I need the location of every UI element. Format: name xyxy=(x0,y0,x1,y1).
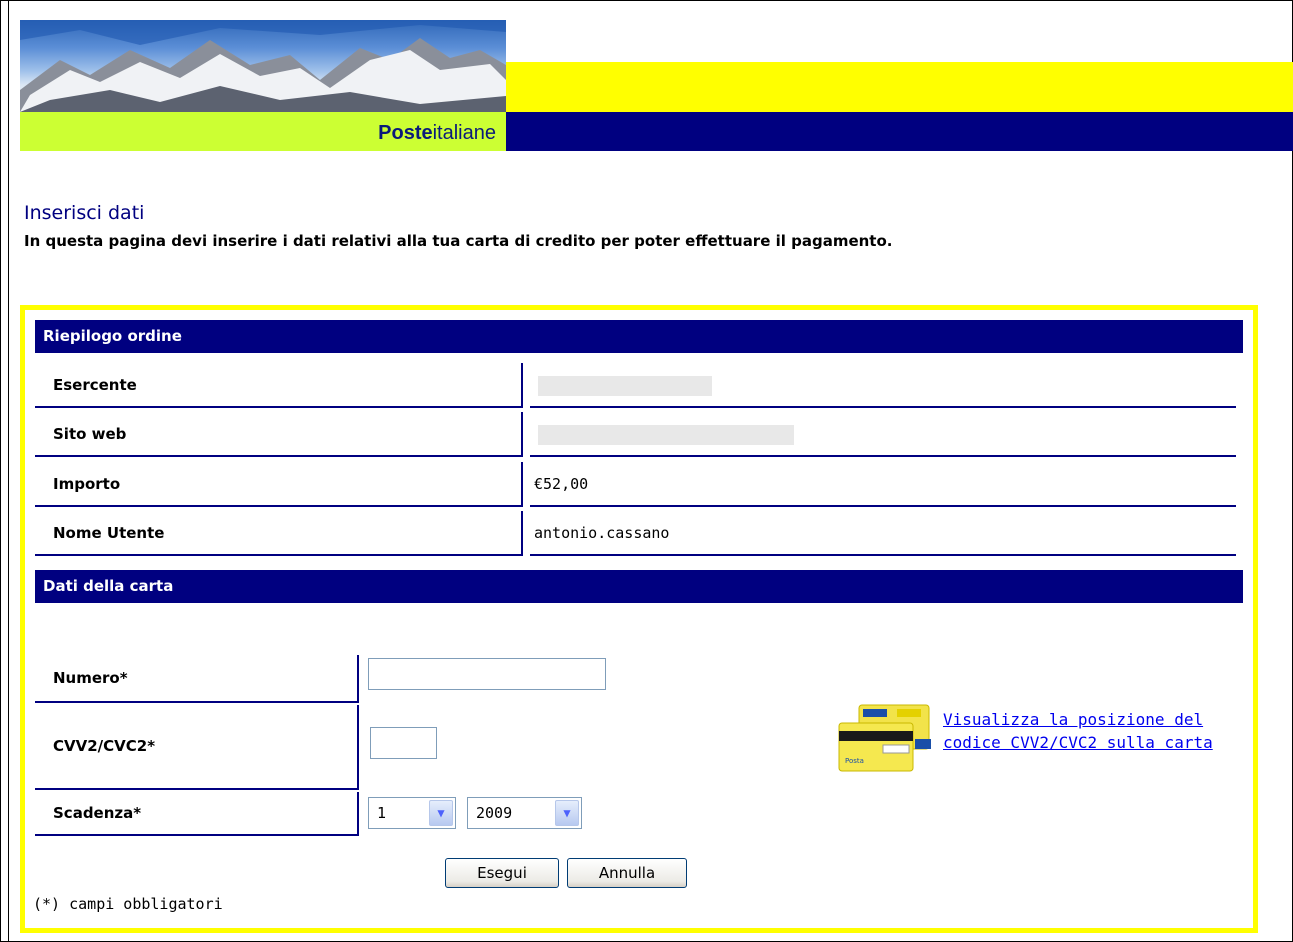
amount-label: Importo xyxy=(35,462,523,507)
mountain-banner-image xyxy=(20,20,506,112)
card-number-label: Numero* xyxy=(35,655,359,703)
chevron-down-icon[interactable]: ▼ xyxy=(429,800,453,826)
expiry-month-value: 1 xyxy=(377,804,387,822)
chevron-down-icon[interactable]: ▼ xyxy=(555,800,579,826)
page-description: In questa pagina devi inserire i dati re… xyxy=(24,232,893,250)
merchant-value xyxy=(530,363,1236,408)
submit-button[interactable]: Esegui xyxy=(445,858,559,888)
page-title: Inserisci dati xyxy=(24,202,145,224)
username-value: antonio.cassano xyxy=(530,511,1236,556)
order-summary-heading: Riepilogo ordine xyxy=(35,320,1243,353)
brand-strip: Posteitaliane xyxy=(20,112,506,151)
expiry-label: Scadenza* xyxy=(35,792,359,836)
cvv-label: CVV2/CVC2* xyxy=(35,705,359,790)
cancel-button[interactable]: Annulla xyxy=(567,858,687,888)
card-number-input[interactable] xyxy=(368,658,606,690)
cvv-input[interactable] xyxy=(370,727,437,759)
frame-divider xyxy=(8,0,9,942)
website-value xyxy=(530,412,1236,457)
header-blue-band xyxy=(506,112,1293,151)
poste-italiane-logo: Posteitaliane xyxy=(378,122,496,144)
payment-form-panel: Riepilogo ordine Esercente Sito web Impo… xyxy=(20,305,1258,933)
username-label: Nome Utente xyxy=(35,511,523,556)
card-data-heading: Dati della carta xyxy=(35,570,1243,603)
credit-card-icon: Posta xyxy=(837,703,933,777)
website-label: Sito web xyxy=(35,412,523,457)
expiry-year-select[interactable]: 2009 ▼ xyxy=(467,797,582,829)
merchant-label: Esercente xyxy=(35,363,523,408)
header-yellow-band xyxy=(506,62,1293,112)
redacted-value xyxy=(538,424,794,445)
redacted-value xyxy=(538,375,712,396)
cvv-position-link[interactable]: Visualizza la posizione del codice CVV2/… xyxy=(943,708,1243,754)
expiry-month-select[interactable]: 1 ▼ xyxy=(368,797,456,829)
amount-value: €52,00 xyxy=(530,462,1236,507)
expiry-year-value: 2009 xyxy=(476,804,513,822)
required-fields-note: (*) campi obbligatori xyxy=(33,895,223,913)
svg-text:Posta: Posta xyxy=(845,757,864,765)
